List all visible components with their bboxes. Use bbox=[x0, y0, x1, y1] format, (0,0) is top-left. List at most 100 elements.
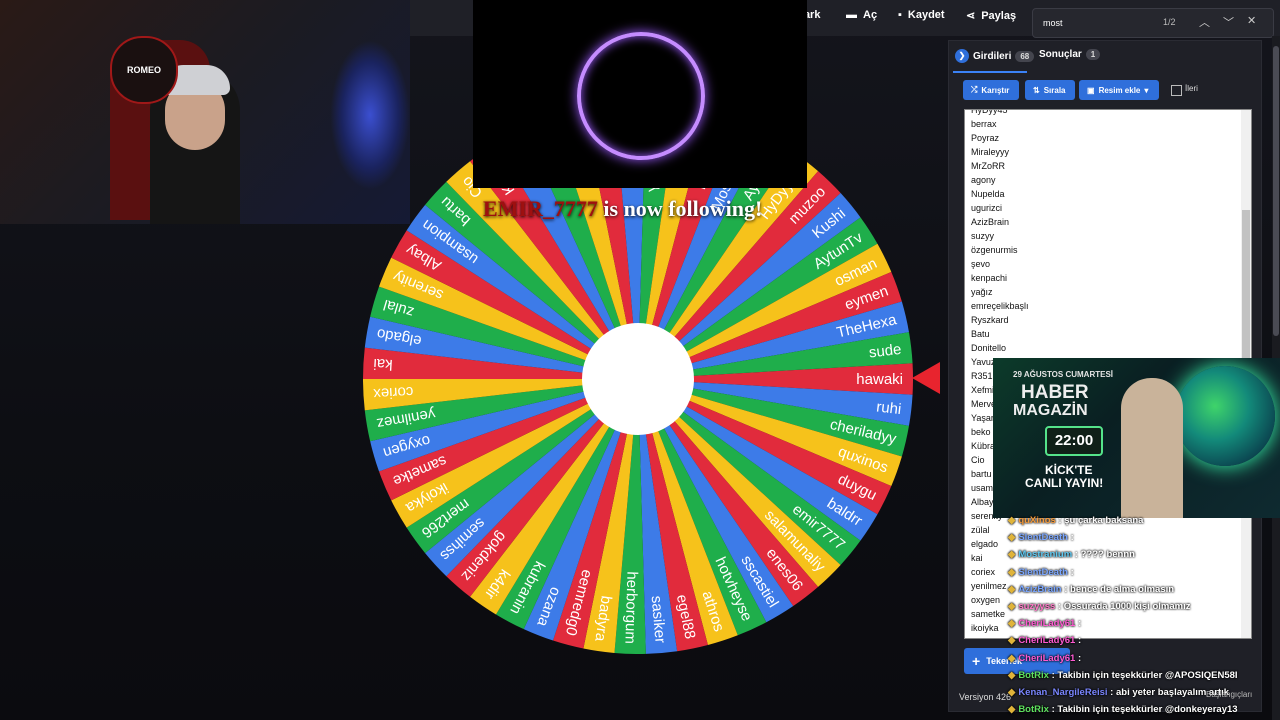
entry-item: Miraleyyy bbox=[971, 147, 1010, 157]
tab-entries[interactable]: ❯ Girdileri 68 bbox=[955, 49, 1035, 63]
sort-label: Sırala bbox=[1043, 85, 1066, 95]
find-input[interactable] bbox=[1041, 13, 1155, 33]
entry-item: ugurizci bbox=[971, 203, 1003, 213]
chat-message: ◆ CheriLady61 : bbox=[1008, 635, 1081, 646]
entry-item: MrZoRR bbox=[971, 161, 1005, 171]
badge-icon: ◆ bbox=[1008, 601, 1016, 612]
chat-message: ◆ AzizBrain : bence de alma olmasın bbox=[1008, 584, 1174, 595]
chat-text: : Takibin için teşekkürler @APOSIQEN58I bbox=[1048, 669, 1238, 681]
badge-icon: ◆ bbox=[1008, 515, 1016, 526]
dropdown-icon: ▾ bbox=[1144, 85, 1149, 95]
tab-results[interactable]: Sonuçlar 1 bbox=[1039, 49, 1101, 60]
entry-item: yağız bbox=[971, 287, 993, 297]
chat-username: suzyyss bbox=[1018, 601, 1056, 612]
chat-username: CheriLady61 bbox=[1018, 652, 1076, 664]
channel-logo: ROMEO bbox=[110, 36, 178, 104]
entry-item: coriex bbox=[971, 567, 996, 577]
open-button[interactable]: ▬ Aç bbox=[846, 9, 877, 21]
wheel-center[interactable] bbox=[582, 323, 694, 435]
plus-icon: + bbox=[972, 653, 981, 669]
shuffle-button[interactable]: ⤮ Karıştır bbox=[963, 80, 1019, 100]
badge-icon: ◆ bbox=[1008, 532, 1016, 544]
entry-item: bartu bbox=[971, 469, 992, 479]
watermark-text: Başlangıçları bbox=[1206, 690, 1253, 699]
chat-username: Kenan_NargileReisi bbox=[1018, 687, 1108, 698]
ad-kick-line-2: CANLI YAYIN! bbox=[1025, 476, 1104, 490]
chat-text: : bbox=[1067, 566, 1074, 578]
active-tab-indicator bbox=[953, 71, 1027, 73]
sort-icon: ⇅ bbox=[1033, 85, 1040, 95]
advanced-checkbox[interactable] bbox=[1171, 85, 1182, 96]
wheel-slice-label: hawaki bbox=[856, 371, 903, 388]
badge-icon: ◆ bbox=[1008, 652, 1016, 664]
open-label: Aç bbox=[863, 9, 878, 21]
entry-item: usam bbox=[971, 483, 994, 493]
wheel-slice-label: herborgum bbox=[621, 571, 640, 644]
find-prev-icon[interactable]: ︿ bbox=[1199, 14, 1210, 30]
chat-username: SlentDeath bbox=[1018, 566, 1068, 578]
entry-item: emreçelikbaşlı bbox=[971, 301, 1029, 311]
entry-item: kenpachi bbox=[971, 273, 1008, 283]
ad-clock: 22:00 bbox=[1045, 426, 1103, 456]
chevron-right-icon: ❯ bbox=[955, 49, 969, 63]
scrollbar-thumb[interactable] bbox=[1273, 46, 1279, 336]
entry-item: şevo bbox=[971, 259, 991, 269]
entry-item: berrax bbox=[971, 119, 997, 129]
chat-text: : bbox=[1075, 635, 1082, 647]
chat-message: ◆ Kenan_NargileReisi : abi yeter başlayal… bbox=[1008, 687, 1229, 698]
chat-message: ◆ SlentDeath : bbox=[1008, 532, 1074, 543]
entry-item: Albay bbox=[971, 497, 994, 507]
find-close-icon[interactable]: ✕ bbox=[1247, 14, 1256, 27]
advanced-label: İleri bbox=[1185, 84, 1198, 93]
share-icon: ⋖ bbox=[966, 10, 976, 22]
entry-item: AzizBrain bbox=[971, 217, 1010, 227]
share-button[interactable]: ⋖ Paylaş bbox=[966, 9, 1016, 23]
wheel-slice-label: kai bbox=[373, 355, 393, 373]
entry-item: Ryszkard bbox=[971, 315, 1009, 325]
entry-item: zülal bbox=[971, 525, 990, 535]
ad-kick-line-1: KİCK'TE bbox=[1045, 463, 1093, 477]
save-button[interactable]: ▪ Kaydet bbox=[898, 9, 945, 21]
neon-ring-icon bbox=[577, 32, 705, 160]
sort-button[interactable]: ⇅ Sırala bbox=[1025, 80, 1075, 100]
ad-title-2: MAGAZİN bbox=[1013, 402, 1088, 419]
entry-item: agony bbox=[971, 175, 996, 185]
alert-overlay bbox=[473, 0, 807, 188]
badge-icon: ◆ bbox=[1008, 704, 1016, 716]
tab-results-label: Sonuçlar bbox=[1039, 49, 1082, 60]
entry-item: özgenurmis bbox=[971, 245, 1018, 255]
chat-message: ◆ BotRix : Takibin için teşekkürler @APOS… bbox=[1008, 670, 1238, 681]
chat-message: ◆ BotRix : Takibin için teşekkürler @donk… bbox=[1008, 704, 1238, 715]
chat-message: ◆ CheriLady61 : bbox=[1008, 618, 1081, 629]
wheel-pointer-icon bbox=[912, 362, 940, 394]
entry-item: suzyy bbox=[971, 231, 995, 241]
presenter-image bbox=[1121, 378, 1183, 518]
channel-logo-text: ROMEO bbox=[126, 65, 161, 75]
ad-title-1: HABER bbox=[1021, 382, 1089, 403]
find-bar: 1/2 ︿ ﹀ ✕ bbox=[1032, 8, 1274, 38]
chat-message: ◆ Mostranium : ???? bennn bbox=[1008, 549, 1135, 560]
folder-icon: ▬ bbox=[846, 9, 857, 21]
chat-text: : bbox=[1067, 532, 1074, 544]
add-image-label: Resim ekle bbox=[1098, 85, 1141, 95]
entry-item: Cio bbox=[971, 455, 985, 465]
wheel-slice-label: coriex bbox=[372, 383, 413, 402]
add-image-button[interactable]: ▣ Resim ekle ▾ bbox=[1079, 80, 1159, 100]
entry-item: ikoiyka bbox=[971, 623, 999, 633]
entry-item: Kübra bbox=[971, 441, 996, 451]
chat-overlay: ◆ quXinos : şu çarka baksana ◆ SlentDeath :… bbox=[1008, 513, 1278, 720]
ad-date: 29 AĞUSTOS CUMARTESİ bbox=[1013, 370, 1114, 379]
image-icon: ▣ bbox=[1087, 85, 1095, 95]
badge-icon: ◆ bbox=[1008, 687, 1016, 698]
find-next-icon[interactable]: ﹀ bbox=[1223, 14, 1234, 30]
save-icon: ▪ bbox=[898, 9, 902, 21]
shuffle-label: Karıştır bbox=[981, 85, 1010, 95]
entry-item: Xefmi bbox=[971, 385, 995, 395]
chat-text: : Ossurada 1000 kişi olmamız bbox=[1055, 601, 1191, 612]
chat-username: SlentDeath bbox=[1018, 532, 1068, 544]
entry-item: elgado bbox=[971, 539, 999, 549]
tab-entries-badge: 68 bbox=[1015, 50, 1035, 62]
follow-text: is now following! bbox=[603, 196, 763, 221]
entry-item: oxygen bbox=[971, 595, 1001, 605]
chat-message: ◆ suzyyss : Ossurada 1000 kişi olmamız bbox=[1008, 601, 1190, 612]
